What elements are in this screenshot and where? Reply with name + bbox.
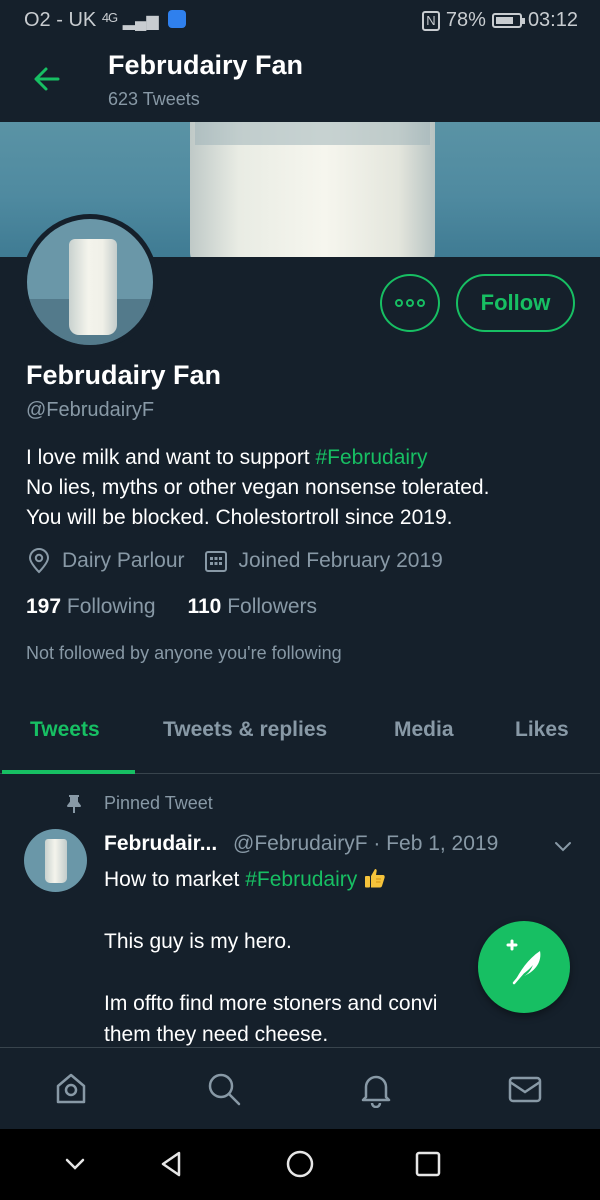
compose-tweet-button[interactable]	[478, 921, 570, 1013]
profile-bio: I love milk and want to support #Februda…	[26, 443, 586, 533]
bio-line-3: You will be blocked. Cholestortroll sinc…	[26, 506, 453, 529]
avatar-milk-glass	[69, 239, 117, 335]
bio-line-1: I love milk and want to support	[26, 446, 316, 469]
signal-icon: ▂▄▆	[122, 13, 159, 30]
profile-header: Februdairy Fan 623 Tweets	[0, 40, 600, 122]
carrier-info: O2 - UK 4G ▂▄▆	[24, 9, 187, 32]
vpn-shield-icon	[168, 10, 187, 28]
search-icon[interactable]	[205, 1070, 243, 1108]
bio-hashtag-link[interactable]: #Februdairy	[315, 446, 427, 469]
circle-home-icon[interactable]	[285, 1149, 315, 1179]
more-options-button[interactable]	[380, 274, 440, 332]
active-tab-indicator	[2, 770, 135, 774]
battery-fill	[495, 17, 514, 24]
triangle-back-icon[interactable]	[157, 1149, 187, 1179]
profile-avatar[interactable]	[22, 214, 158, 350]
square-recents-icon[interactable]	[413, 1149, 443, 1179]
followers-label: Followers	[227, 595, 318, 618]
tweet-hashtag-link[interactable]: #Februdairy	[245, 868, 357, 891]
profile-location: Dairy Parlour	[62, 549, 185, 572]
tweet-author-avatar[interactable]	[24, 829, 87, 892]
tweet-line-1: How to market	[104, 868, 246, 891]
following-count: 197	[26, 595, 62, 618]
not-followed-notice: Not followed by anyone you're following	[26, 643, 342, 663]
banner-glass-rim	[195, 122, 430, 145]
header-title: Februdairy Fan	[108, 50, 304, 80]
following-label: Following	[66, 595, 156, 618]
compose-tweet-icon	[506, 939, 541, 985]
follow-counts: 197 Following 110 Followers	[26, 595, 317, 619]
pin-icon	[67, 795, 81, 813]
clock: 03:12	[527, 9, 578, 31]
profile-meta: Dairy Parlour Joined February 2019	[26, 548, 443, 574]
tweet-author-meta: @FebrudairyF · Feb 1, 2019	[233, 832, 499, 855]
battery-icon	[491, 13, 525, 28]
tweet-avatar-milk-glass	[45, 839, 67, 883]
profile-name: Februdairy Fan	[26, 360, 222, 390]
tab-likes[interactable]: Likes	[515, 718, 569, 742]
profile-joined-date: Joined February 2019	[238, 549, 443, 572]
profile-handle: @FebrudairyF	[26, 399, 155, 421]
calendar-icon	[204, 551, 227, 572]
tweet-line-4: them they need cheese.	[104, 1023, 329, 1046]
status-bar: O2 - UK 4G ▂▄▆ N 78% 03:12	[0, 0, 600, 40]
bell-icon[interactable]	[357, 1070, 395, 1108]
battery-percent: 78%	[445, 9, 486, 31]
tweet-author-name[interactable]: Februdair...	[104, 832, 217, 856]
status-right: N 78% 03:12	[421, 9, 578, 32]
home-icon[interactable]	[52, 1070, 90, 1108]
location-pin-icon	[28, 548, 50, 574]
follow-button[interactable]: Follow	[456, 274, 575, 332]
tab-media[interactable]: Media	[394, 718, 454, 742]
chevron-down-icon[interactable]	[60, 1149, 90, 1179]
nfc-icon: N	[421, 10, 440, 31]
arrow-left-icon[interactable]	[30, 62, 64, 96]
tweet-count: 623 Tweets	[108, 89, 200, 109]
more-options-icon	[395, 299, 425, 307]
mail-icon[interactable]	[506, 1070, 544, 1108]
pinned-tweet-label: Pinned Tweet	[104, 793, 213, 813]
tab-tweets-and-replies[interactable]: Tweets & replies	[163, 718, 327, 742]
network-type: 4G	[101, 10, 118, 25]
tab-tweets[interactable]: Tweets	[30, 718, 100, 742]
profile-tabs: Tweets Tweets & replies Media Likes	[0, 708, 600, 774]
followers-link[interactable]: 110 Followers	[187, 595, 317, 618]
bottom-navigation	[0, 1047, 600, 1129]
thumbs-up-emoji-icon	[365, 869, 385, 888]
system-navigation-bar	[0, 1129, 600, 1200]
chevron-down-icon[interactable]	[553, 836, 573, 856]
followers-count: 110	[187, 595, 222, 618]
following-link[interactable]: 197 Following	[26, 595, 156, 618]
bio-line-2: No lies, myths or other vegan nonsense t…	[26, 476, 490, 499]
carrier-name: O2 - UK	[24, 9, 97, 31]
